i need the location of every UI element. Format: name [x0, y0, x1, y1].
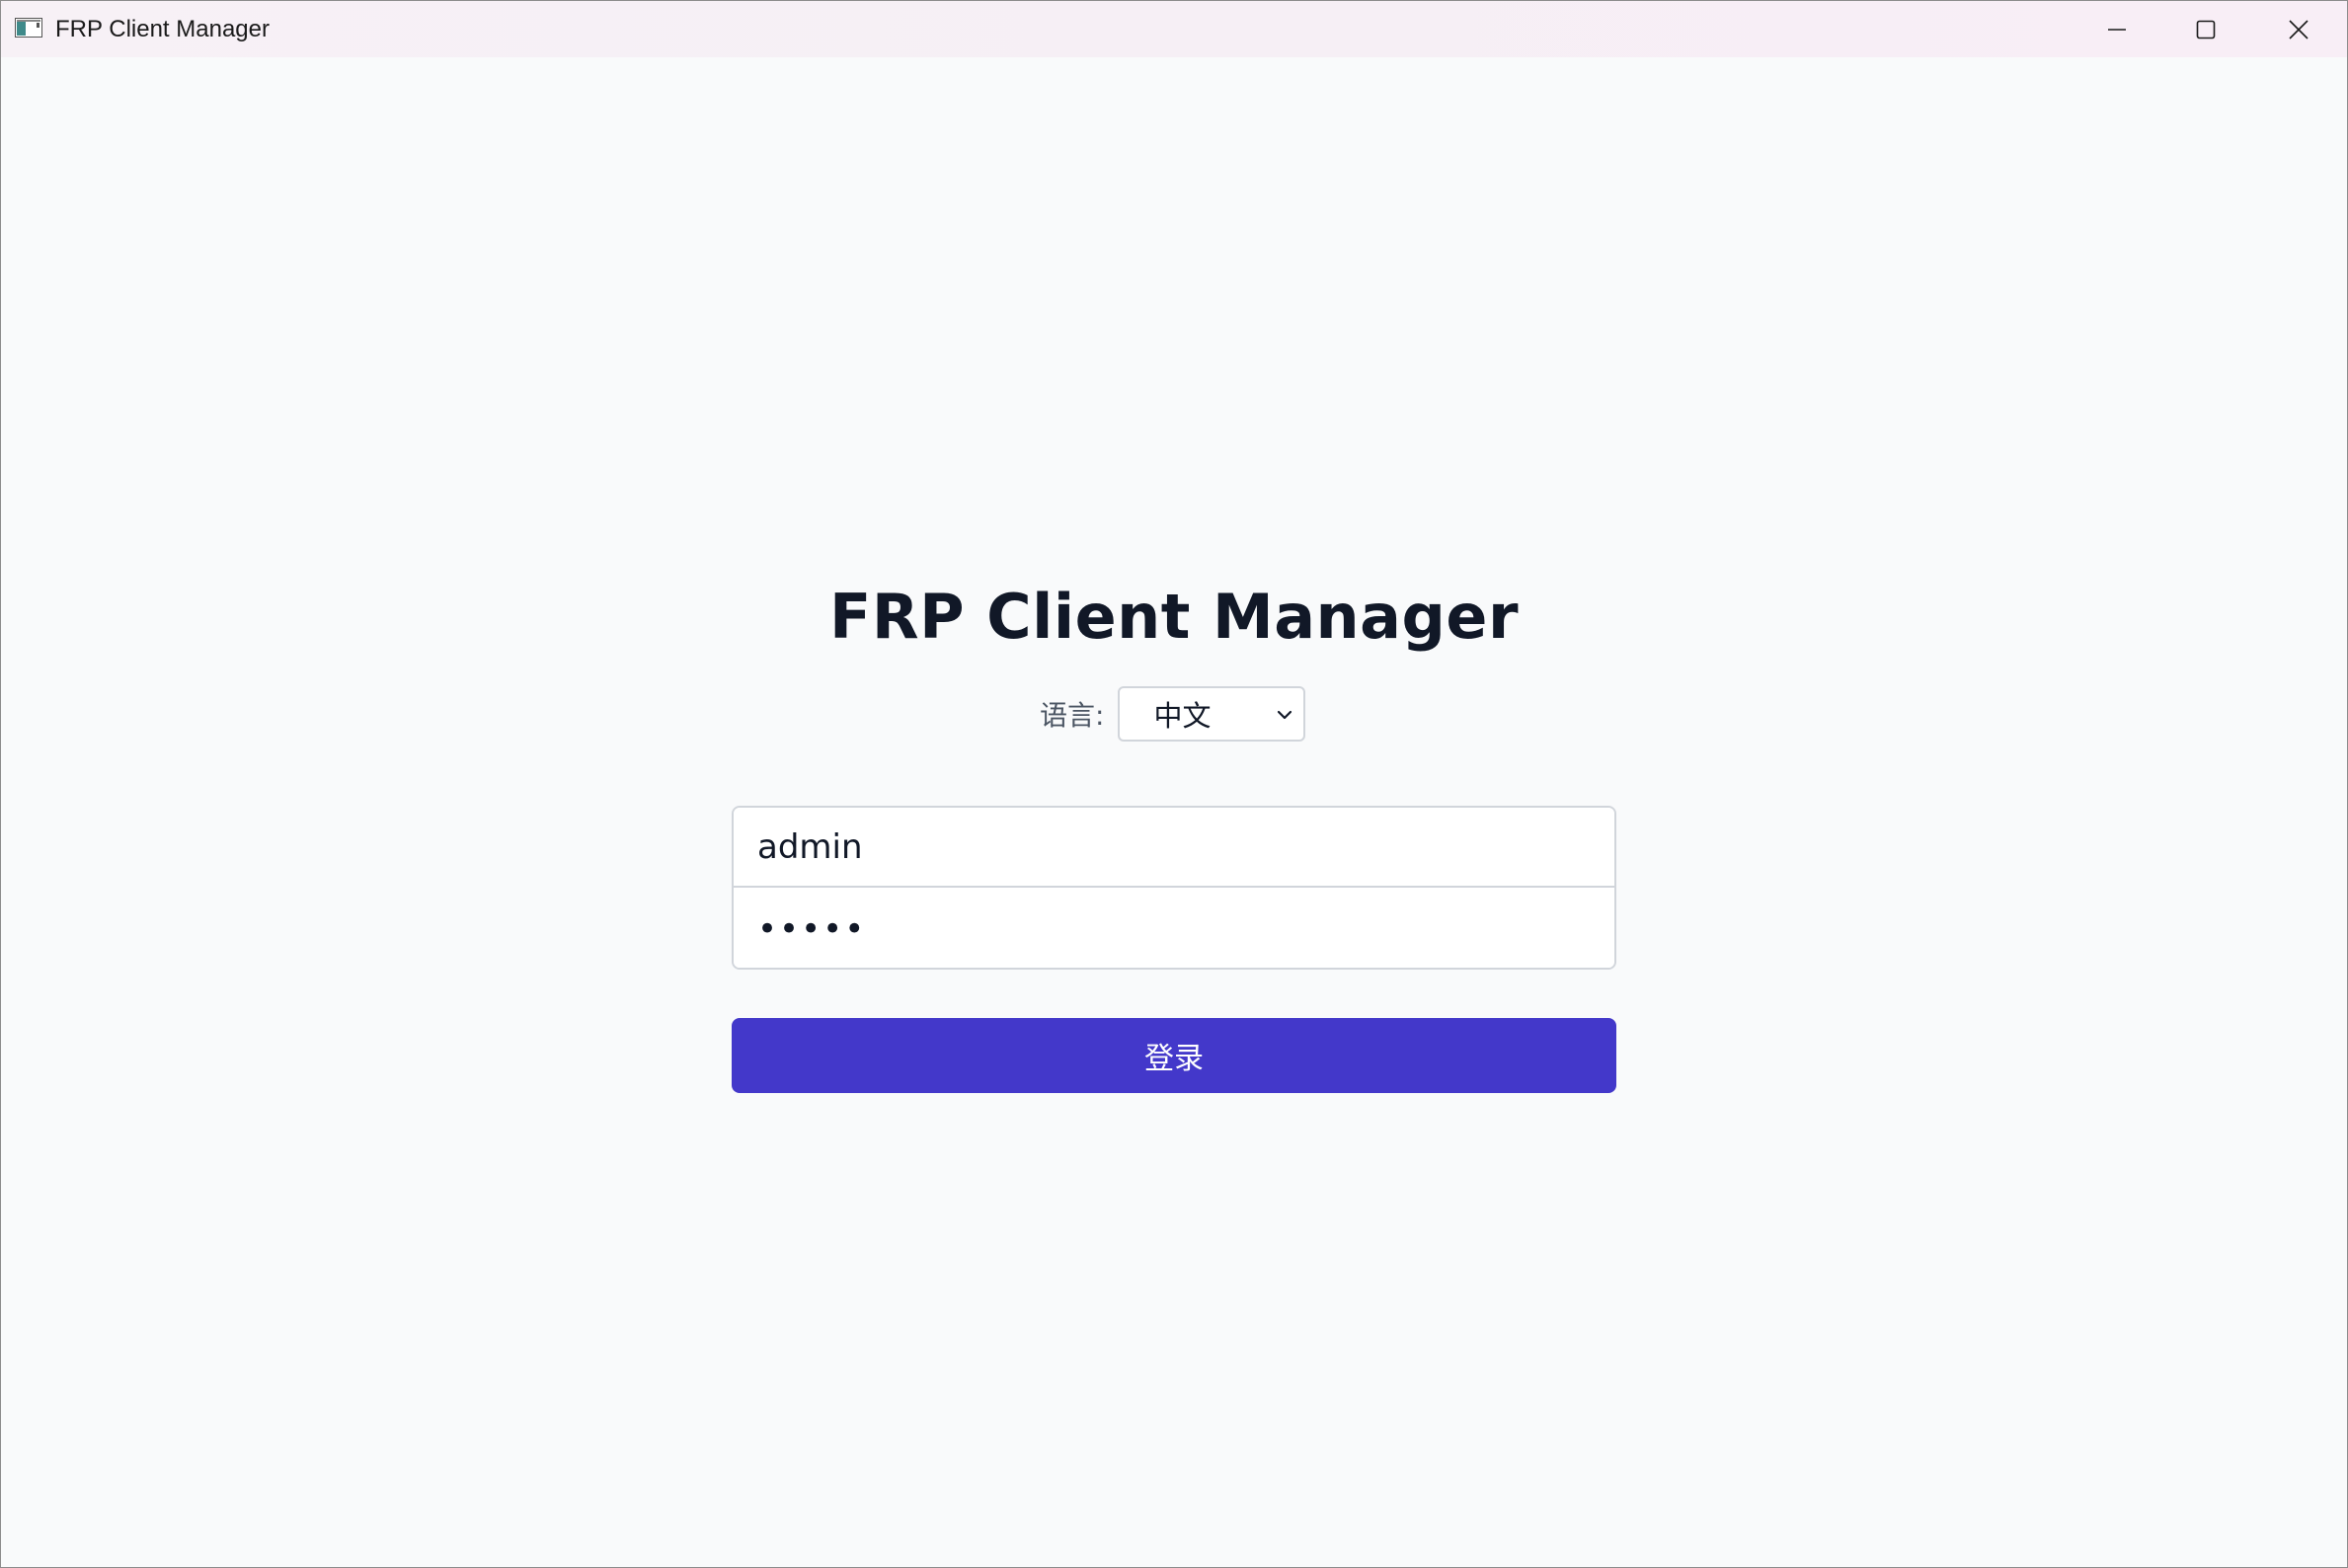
login-button[interactable]: 登录: [732, 1018, 1616, 1093]
password-input[interactable]: •••••: [734, 889, 1614, 968]
login-page: FRP Client Manager 语言: 中文 admin ••••• 登录: [1, 57, 2347, 1567]
username-input[interactable]: admin: [734, 808, 1614, 888]
close-button[interactable]: [2254, 1, 2343, 57]
app-window: FRP Client Manager FRP Client Manager 语言…: [0, 0, 2348, 1568]
language-select[interactable]: 中文: [1118, 686, 1306, 742]
maximize-icon: [2196, 20, 2216, 39]
minimize-button[interactable]: [2073, 1, 2161, 57]
minimize-icon: [2108, 28, 2126, 31]
close-icon: [2289, 19, 2309, 39]
language-select-value: 中文: [1153, 699, 1212, 733]
login-button-label: 登录: [1144, 1042, 1204, 1076]
app-window-icon: [15, 18, 42, 38]
chevron-down-icon: [1278, 710, 1292, 720]
credentials-form: admin •••••: [732, 806, 1616, 970]
window-title: FRP Client Manager: [55, 16, 270, 42]
maximize-button[interactable]: [2161, 1, 2250, 57]
title-bar[interactable]: FRP Client Manager: [1, 1, 2347, 57]
language-label: 语言:: [1040, 699, 1105, 732]
language-selector-row: 语言: 中文: [1040, 685, 1306, 743]
page-title: FRP Client Manager: [828, 581, 1520, 653]
